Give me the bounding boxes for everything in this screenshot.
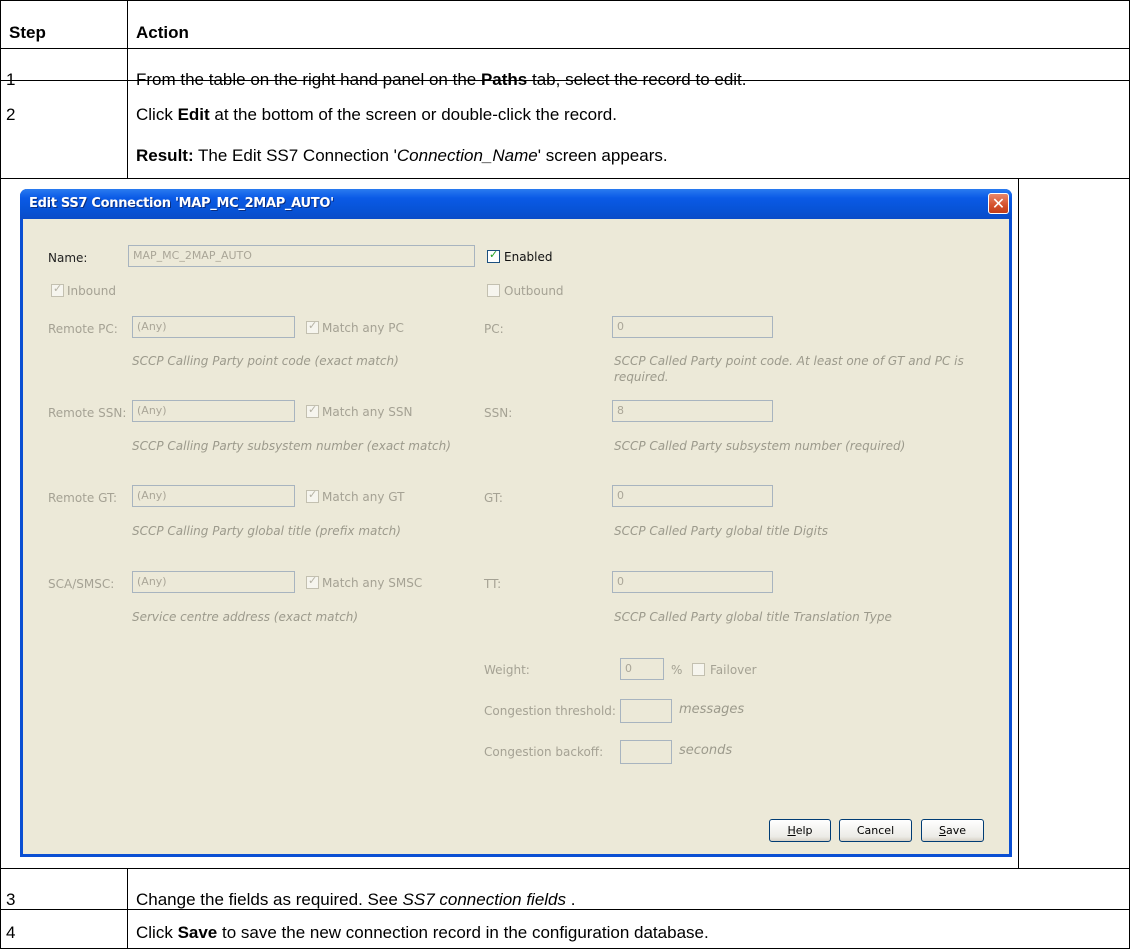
save-button[interactable]: Save [921,819,984,842]
name-label: Name: [48,251,88,265]
close-icon[interactable]: ✕ [988,193,1009,214]
match-any-ssn-label: Match any SSN [322,405,413,419]
table-row-4-step-cell [0,909,127,949]
table-row-2-step-cell [0,80,127,178]
congestion-threshold-unit: messages [679,702,745,717]
weight-field[interactable]: 0 [620,658,664,680]
pc-label: PC: [484,322,504,336]
ssn-hint: SCCP Called Party subsystem number (requ… [614,439,906,453]
remote-ssn-hint: SCCP Calling Party subsystem number (exa… [132,439,451,453]
match-any-gt-label: Match any GT [322,490,405,504]
weight-label: Weight: [484,663,530,677]
remote-ssn-label: Remote SSN: [48,406,127,420]
match-any-pc-label: Match any PC [322,321,404,335]
table-row-1-step-cell [0,48,127,80]
sca-smsc-field[interactable]: (Any) [132,571,295,593]
remote-ssn-field[interactable]: (Any) [132,400,295,422]
table-header-action-cell [127,0,1130,48]
weight-unit: % [671,663,683,677]
match-any-ssn-checkbox[interactable] [306,403,319,418]
gt-label: GT: [484,491,503,505]
match-any-gt-checkbox[interactable] [306,488,319,503]
remote-pc-field[interactable]: (Any) [132,316,295,338]
tt-field[interactable]: 0 [612,571,773,593]
failover-checkbox[interactable] [692,663,705,676]
sca-smsc-label: SCA/SMSC: [48,577,115,591]
pc-field[interactable]: 0 [612,316,773,338]
table-header-action: Action [136,23,189,42]
congestion-backoff-unit: seconds [679,743,733,758]
congestion-backoff-field[interactable] [620,740,672,764]
remote-gt-label: Remote GT: [48,491,118,505]
table-row-3-step-cell [0,868,127,909]
table-row-2-result: Result: The Edit SS7 Connection 'Connect… [136,146,668,165]
outbound-checkbox[interactable] [487,284,500,297]
table-header-step: Step [9,23,46,42]
outbound-label: Outbound [504,284,564,298]
enabled-label: Enabled [504,250,553,264]
table-row-2-step: 2 [6,105,16,124]
match-any-smsc-label: Match any SMSC [322,576,423,590]
table-row-3-action: Change the fields as required. See SS7 c… [136,890,576,909]
help-button[interactable]: Help [769,819,831,842]
ssn-field[interactable]: 8 [612,400,773,422]
gt-field[interactable]: 0 [612,485,773,507]
cancel-button[interactable]: Cancel [839,819,912,842]
remote-gt-hint: SCCP Calling Party global title (prefix … [132,524,401,538]
inbound-checkbox[interactable] [51,282,64,297]
congestion-threshold-field[interactable] [620,699,672,723]
dialog-title: Edit SS7 Connection 'MAP_MC_2MAP_AUTO' [29,196,334,211]
remote-pc-label: Remote PC: [48,322,118,336]
sca-smsc-hint: Service centre address (exact match) [132,610,359,624]
enabled-checkbox[interactable] [487,248,500,263]
tt-label: TT: [484,577,502,591]
table-row-2-action: Click Edit at the bottom of the screen o… [136,105,617,124]
edit-ss7-connection-dialog: Edit SS7 Connection 'MAP_MC_2MAP_AUTO' ✕… [20,189,1012,857]
remote-pc-hint: SCCP Calling Party point code (exact mat… [132,354,399,368]
table-row-4-step: 4 [6,923,16,942]
gt-hint: SCCP Called Party global title Digits [614,524,828,538]
congestion-backoff-label: Congestion backoff: [484,745,604,759]
congestion-threshold-label: Congestion threshold: [484,704,616,718]
pc-hint: SCCP Called Party point code. At least o… [614,354,964,384]
ssn-label: SSN: [484,406,513,420]
name-field[interactable]: MAP_MC_2MAP_AUTO [128,245,475,267]
match-any-pc-checkbox[interactable] [306,319,319,334]
failover-label: Failover [710,663,757,677]
table-row-4-action: Click Save to save the new connection re… [136,923,709,942]
table-screenshot-spare-cell [1018,178,1130,868]
remote-gt-field[interactable]: (Any) [132,485,295,507]
tt-hint: SCCP Called Party global title Translati… [614,610,892,624]
match-any-smsc-checkbox[interactable] [306,574,319,589]
table-row-3-step: 3 [6,890,16,909]
inbound-label: Inbound [67,284,116,298]
dialog-titlebar[interactable]: Edit SS7 Connection 'MAP_MC_2MAP_AUTO' ✕ [20,189,1012,219]
